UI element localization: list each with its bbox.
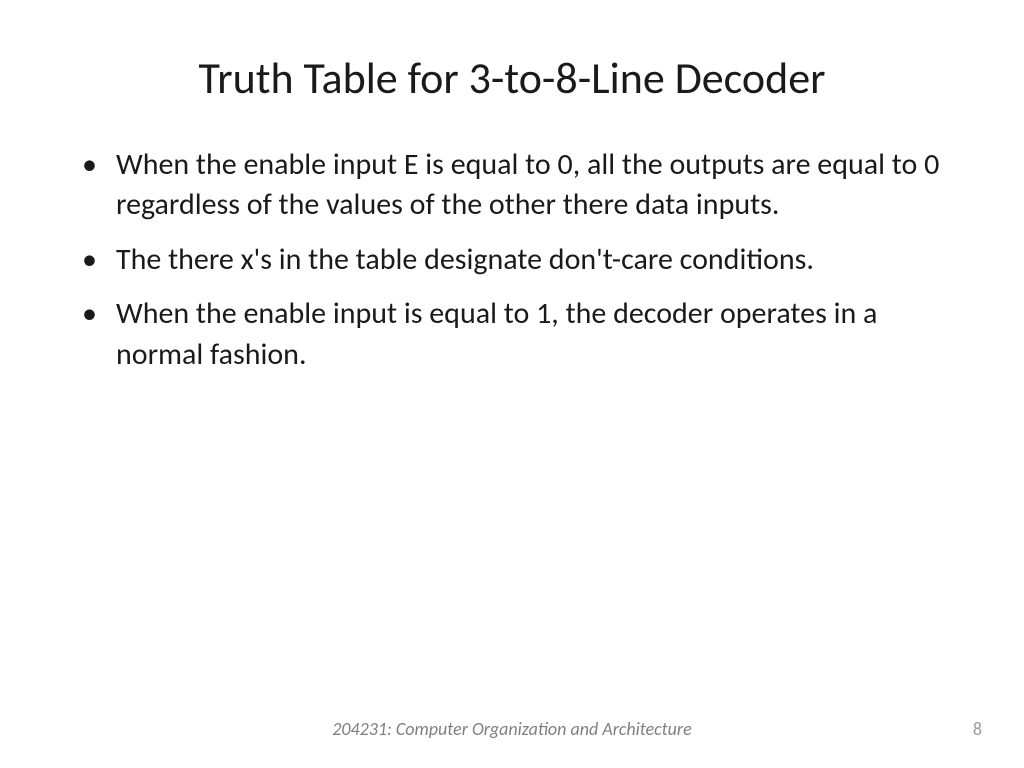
bullet-item: When the enable input is equal to 1, the… <box>116 294 944 375</box>
slide-title: Truth Table for 3-to-8-Line Decoder <box>80 52 944 105</box>
slide-container: Truth Table for 3-to-8-Line Decoder When… <box>0 0 1024 768</box>
bullet-item: When the enable input E is equal to 0, a… <box>116 145 944 226</box>
bullet-list: When the enable input E is equal to 0, a… <box>80 145 944 376</box>
slide-footer: 204231: Computer Organization and Archit… <box>0 718 1024 740</box>
footer-text: 204231: Computer Organization and Archit… <box>332 718 691 740</box>
slide-content: When the enable input E is equal to 0, a… <box>80 145 944 728</box>
page-number: 8 <box>973 718 982 740</box>
bullet-item: The there x's in the table designate don… <box>116 240 944 281</box>
